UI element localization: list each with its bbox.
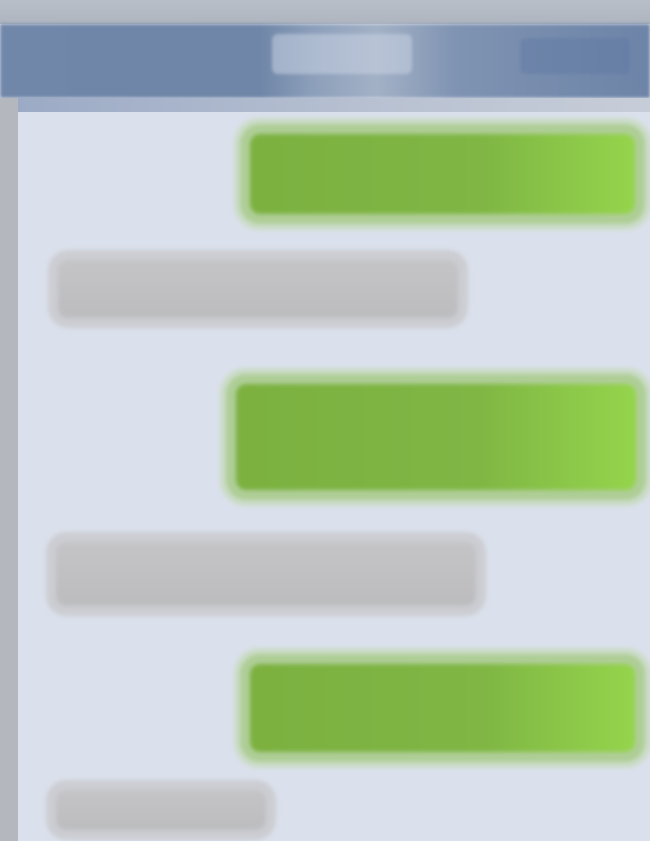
nav-bar-shadow (0, 98, 650, 112)
received-message-bubble[interactable] (58, 260, 458, 318)
sent-message-bubble[interactable] (250, 134, 635, 214)
received-message-bubble[interactable] (56, 542, 476, 606)
received-message-bubble[interactable] (56, 790, 266, 830)
conversation-title (272, 34, 412, 74)
sent-message-bubble[interactable] (236, 384, 636, 490)
sent-message-bubble[interactable] (250, 664, 635, 752)
message-thread[interactable] (18, 112, 650, 841)
status-bar (0, 0, 650, 24)
left-edge (0, 98, 18, 841)
messaging-app (0, 0, 650, 841)
edit-button[interactable] (520, 38, 630, 74)
nav-bar (0, 24, 650, 98)
